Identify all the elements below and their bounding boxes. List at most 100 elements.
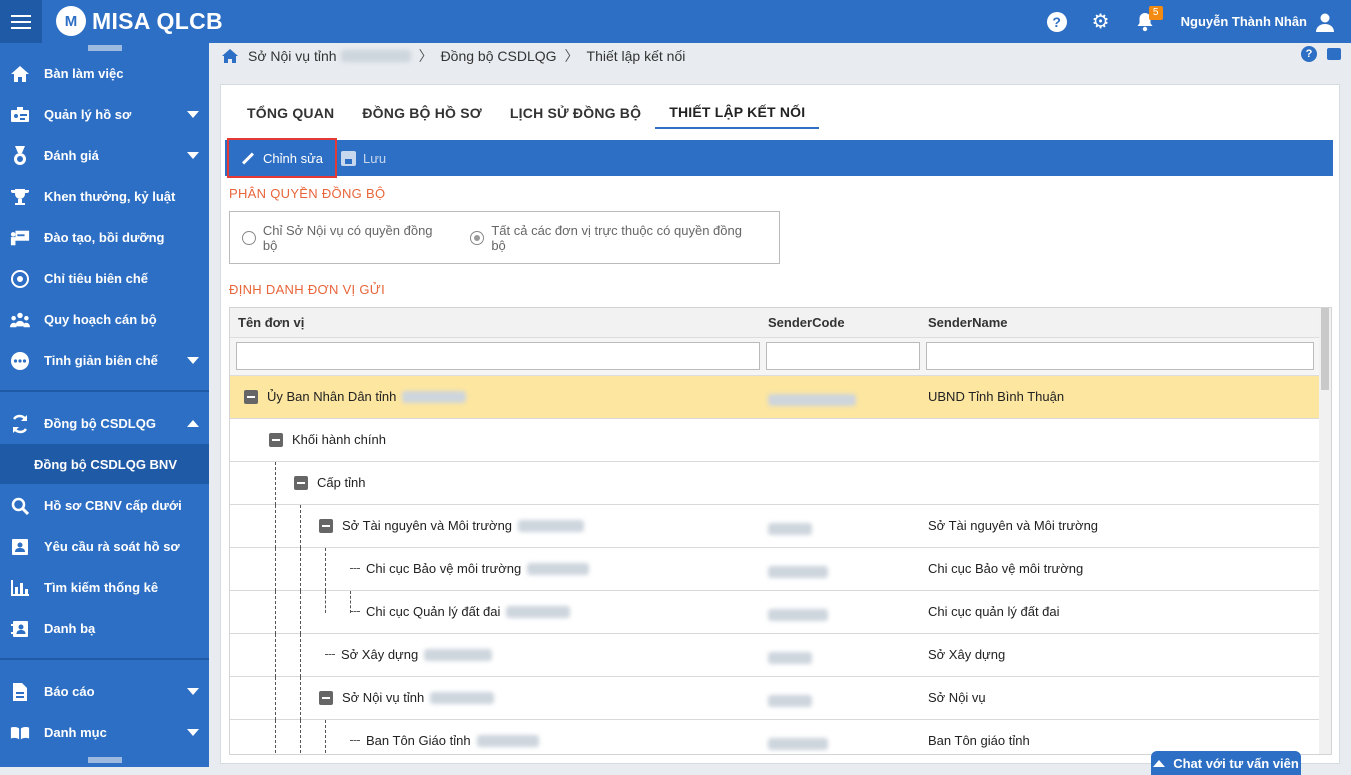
report-icon <box>10 682 30 702</box>
table-row[interactable]: Sở Tài nguyên và Môi trường Sở Tài nguyê… <box>230 505 1320 548</box>
grid-scrollbar[interactable] <box>1319 308 1331 754</box>
redacted-text <box>402 390 467 403</box>
column-header-name[interactable]: Tên đơn vị <box>238 315 304 330</box>
radio-circle-icon <box>242 230 256 245</box>
save-button[interactable]: Lưu <box>341 140 386 176</box>
edit-button[interactable]: Chỉnh sửa <box>227 138 338 178</box>
collapse-icon[interactable] <box>269 432 283 447</box>
search-icon <box>10 496 30 516</box>
sidebar-item-label: Danh mục <box>44 725 107 740</box>
redacted-code <box>768 651 812 664</box>
sidebar-item-reports[interactable]: Báo cáo <box>0 671 209 712</box>
redacted-code <box>768 522 812 535</box>
chat-consultant-button[interactable]: Chat với tư vấn viên <box>1151 751 1301 775</box>
table-row[interactable]: Ủy Ban Nhân Dân tỉnh UBND Tỉnh Bình Thuậ… <box>230 376 1320 419</box>
table-row[interactable]: Chi cục Quản lý đất đai Chi cục quản lý … <box>230 591 1320 634</box>
sidebar-item-sync[interactable]: Đồng bộ CSDLQG <box>0 403 209 444</box>
training-icon <box>10 228 30 248</box>
sidebar-scroll-down[interactable] <box>88 757 122 763</box>
home-icon[interactable] <box>222 49 238 63</box>
tree-branch <box>350 740 360 741</box>
sidebar-item-label: Bàn làm việc <box>44 66 124 81</box>
sidebar-item-downsizing[interactable]: Tinh giản biên chế <box>0 340 209 381</box>
scrollbar-thumb[interactable] <box>1321 308 1329 390</box>
tab-overview[interactable]: TỔNG QUAN <box>233 97 348 129</box>
sidebar-item-review-requests[interactable]: Yêu cầu rà soát hồ sơ <box>0 526 209 567</box>
sidebar-item-label: Quy hoạch cán bộ <box>44 312 157 327</box>
sender-name: Sở Tài nguyên và Môi trường <box>928 518 1099 533</box>
sidebar-item-profiles[interactable]: Quản lý hồ sơ <box>0 94 209 135</box>
misa-logo-icon: M <box>56 6 86 36</box>
unit-name: Sở Nội vụ tỉnh <box>342 690 425 705</box>
radio-label: Chỉ Sở Nội vụ có quyền đồng bộ <box>262 222 433 253</box>
settings-button[interactable]: ⚙ <box>1090 11 1112 33</box>
column-header-sendercode[interactable]: SenderCode <box>768 315 845 330</box>
user-name[interactable]: Nguyễn Thành Nhân <box>1181 14 1307 29</box>
breadcrumb-root[interactable]: Sở Nội vụ tỉnh <box>248 48 337 64</box>
sender-name: Chi cục quản lý đất đai <box>928 604 1060 619</box>
menu-toggle-button[interactable] <box>0 0 42 43</box>
sync-icon <box>10 414 30 434</box>
table-row[interactable]: Khối hành chính <box>230 419 1320 462</box>
tab-sync-history[interactable]: LỊCH SỬ ĐỒNG BỘ <box>496 97 655 129</box>
filter-sendername-input[interactable] <box>926 342 1314 370</box>
redacted-code <box>768 608 828 621</box>
breadcrumb-mid[interactable]: Đồng bộ CSDLQG <box>441 48 557 64</box>
notifications-button[interactable]: 5 <box>1134 5 1163 33</box>
collapse-icon[interactable] <box>319 518 333 533</box>
page-help-icon[interactable]: ? <box>1301 46 1317 62</box>
review-icon <box>10 537 30 557</box>
collapse-icon[interactable] <box>319 690 333 705</box>
filter-code-input[interactable] <box>766 342 920 370</box>
home-icon <box>10 64 30 84</box>
sidebar-item-rewards[interactable]: Khen thưởng, kỷ luật <box>0 176 209 217</box>
sidebar-item-contacts[interactable]: Danh bạ <box>0 608 209 649</box>
feedback-icon[interactable] <box>1327 48 1341 60</box>
sidebar-item-training[interactable]: Đào tạo, bồi dưỡng <box>0 217 209 258</box>
sidebar-item-quota[interactable]: Chỉ tiêu biên chế <box>0 258 209 299</box>
unit-name: Cấp tỉnh <box>317 475 366 490</box>
help-button[interactable]: ? <box>1046 11 1068 33</box>
radio-sonoivu-only[interactable]: Chỉ Sở Nội vụ có quyền đồng bộ <box>242 223 448 253</box>
table-row[interactable]: Sở Nội vụ tỉnh Sở Nội vụ <box>230 677 1320 720</box>
redacted-text <box>506 605 571 618</box>
table-row[interactable]: Ban Tôn Giáo tỉnh Ban Tôn giáo tỉnh <box>230 720 1320 754</box>
brand[interactable]: M MISA QLCB <box>56 6 223 36</box>
sidebar-item-sync-bnv[interactable]: Đồng bộ CSDLQG BNV <box>0 444 209 484</box>
sidebar-item-planning[interactable]: Quy hoạch cán bộ <box>0 299 209 340</box>
breadcrumb: Sở Nội vụ tỉnh 〉 Đồng bộ CSDLQG 〉 Thiết … <box>222 45 685 67</box>
sidebar-item-dashboard[interactable]: Bàn làm việc <box>0 53 209 94</box>
column-header-sendername[interactable]: SenderName <box>928 315 1007 330</box>
breadcrumb-current: Thiết lập kết nối <box>586 48 686 64</box>
sidebar-item-catalog[interactable]: Danh mục <box>0 712 209 753</box>
tab-connection-settings[interactable]: THIẾT LẬP KẾT NỐI <box>655 97 820 129</box>
tab-sync-profiles[interactable]: ĐỒNG BỘ HỒ SƠ <box>348 97 496 129</box>
save-button-label: Lưu <box>363 150 387 166</box>
redacted-text <box>518 519 585 532</box>
sidebar-item-label: Đánh giá <box>44 148 99 163</box>
table-row[interactable]: Chi cục Bảo vệ môi trường Chi cục Bảo vệ… <box>230 548 1320 591</box>
radio-selected-icon <box>470 230 485 245</box>
sidebar-item-statistics[interactable]: Tìm kiếm thống kê <box>0 567 209 608</box>
collapse-icon[interactable] <box>244 389 258 404</box>
redacted-text <box>476 734 539 747</box>
tree-branch <box>350 568 360 569</box>
table-row[interactable]: Sở Xây dựng Sở Xây dựng <box>230 634 1320 677</box>
filter-name-input[interactable] <box>236 342 760 370</box>
user-icon[interactable] <box>1315 12 1335 32</box>
tree-line <box>325 591 326 613</box>
tree-line <box>300 505 301 548</box>
table-row[interactable]: Cấp tỉnh <box>230 462 1320 505</box>
sidebar-item-label: Chỉ tiêu biên chế <box>44 271 149 286</box>
radio-all-units[interactable]: Tất cả các đơn vị trực thuộc có quyền đồ… <box>470 223 757 253</box>
tree-line <box>275 462 276 505</box>
identity-section-title: ĐỊNH DANH ĐƠN VỊ GỬI <box>229 282 386 297</box>
sidebar-item-label: Đồng bộ CSDLQG <box>44 416 156 431</box>
sidebar-item-label: Yêu cầu rà soát hồ sơ <box>44 539 180 554</box>
sidebar-item-subordinate-profiles[interactable]: Hồ sơ CBNV cấp dưới <box>0 485 209 526</box>
unit-name: Sở Xây dựng <box>341 647 419 662</box>
permission-options: Chỉ Sở Nội vụ có quyền đồng bộ Tất cả cá… <box>229 211 780 264</box>
collapse-icon[interactable] <box>294 475 308 490</box>
sidebar-item-evaluation[interactable]: Đánh giá <box>0 135 209 176</box>
sidebar-scroll-up[interactable] <box>88 45 122 51</box>
